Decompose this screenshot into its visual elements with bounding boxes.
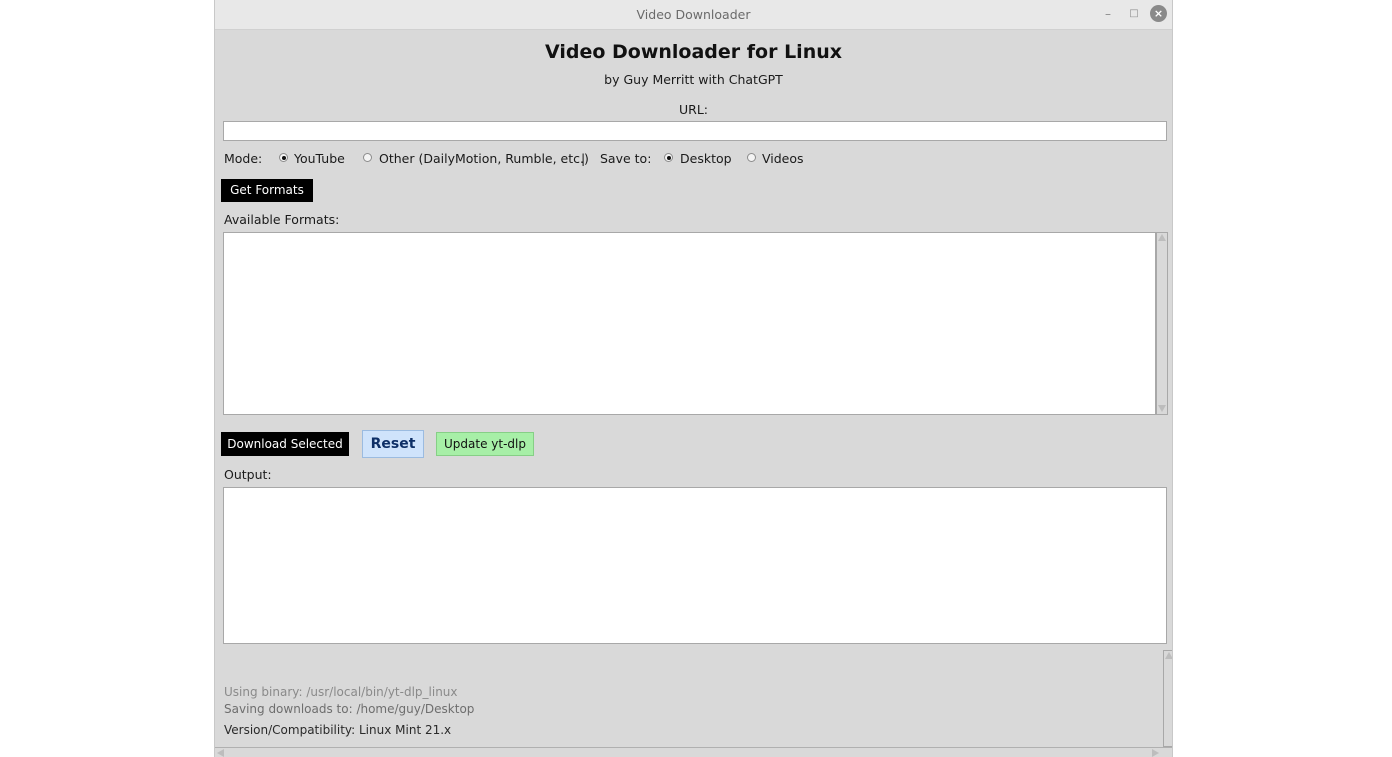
app-title: Video Downloader for Linux: [544, 41, 843, 63]
mode-youtube-label[interactable]: YouTube: [294, 151, 345, 166]
scroll-right-icon[interactable]: [1152, 749, 1159, 757]
mode-other-radio[interactable]: [363, 153, 372, 162]
scroll-down-icon[interactable]: [1158, 405, 1166, 412]
minimize-icon[interactable]: –: [1099, 5, 1117, 23]
title-bar[interactable]: Video Downloader – □ ×: [215, 0, 1172, 30]
save-to-label: Save to:: [600, 151, 652, 166]
mode-other-label[interactable]: Other (DailyMotion, Rumble, etc.): [379, 151, 589, 166]
formats-scrollbar[interactable]: [1156, 232, 1168, 415]
save-desktop-label[interactable]: Desktop: [680, 151, 732, 166]
available-formats-label: Available Formats:: [224, 212, 340, 227]
mode-youtube-radio[interactable]: [279, 153, 288, 162]
app-subtitle: by Guy Merritt with ChatGPT: [604, 72, 783, 87]
maximize-icon[interactable]: □: [1125, 5, 1143, 23]
version-status: Version/Compatibility: Linux Mint 21.x: [224, 723, 452, 737]
reset-button[interactable]: Reset: [362, 430, 424, 458]
url-label: URL:: [678, 102, 708, 117]
output-textbox[interactable]: [223, 487, 1167, 644]
formats-listbox[interactable]: [223, 232, 1156, 415]
horizontal-scrollbar[interactable]: [215, 747, 1172, 757]
update-ytdlp-button[interactable]: Update yt-dlp: [436, 432, 534, 456]
save-videos-radio[interactable]: [747, 153, 756, 162]
output-label: Output:: [224, 467, 272, 482]
main-vertical-scrollbar[interactable]: [1163, 650, 1172, 747]
mode-separator: |: [581, 151, 586, 166]
save-videos-label[interactable]: Videos: [762, 151, 804, 166]
save-desktop-radio[interactable]: [664, 153, 673, 162]
download-selected-button[interactable]: Download Selected: [221, 432, 349, 456]
get-formats-button[interactable]: Get Formats: [221, 179, 313, 202]
binary-status: Using binary: /usr/local/bin/yt-dlp_linu…: [224, 685, 458, 699]
window-title: Video Downloader: [636, 7, 751, 22]
scroll-up-icon[interactable]: [1158, 234, 1166, 241]
main-scroll-up-icon[interactable]: [1165, 652, 1172, 659]
scroll-left-icon[interactable]: [217, 749, 224, 757]
mode-label: Mode:: [224, 151, 263, 166]
close-icon[interactable]: ×: [1150, 5, 1167, 22]
url-input[interactable]: [223, 121, 1167, 141]
saving-status: Saving downloads to: /home/guy/Desktop: [224, 702, 475, 716]
app-window: Video Downloader – □ × Video Downloader …: [214, 0, 1173, 757]
